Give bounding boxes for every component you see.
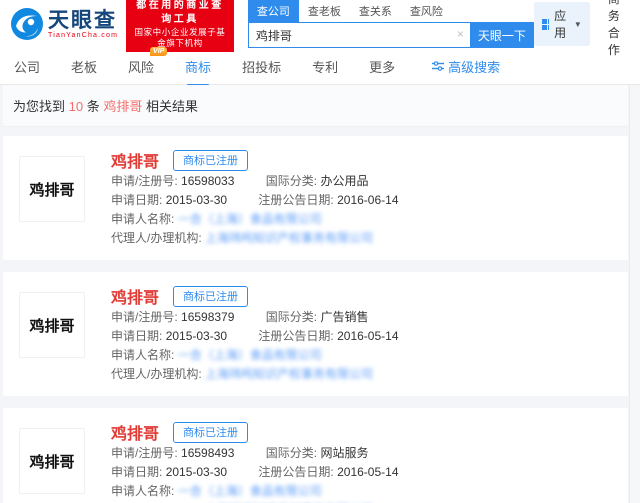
clear-icon[interactable]: × xyxy=(457,27,464,41)
status-badge: 商标已注册 xyxy=(173,150,248,171)
intl-class-value: 网站服务 xyxy=(320,446,368,460)
vip-badge: VIP xyxy=(150,47,167,56)
nav-item-trademark[interactable]: 商标 xyxy=(185,57,211,76)
sliders-icon xyxy=(432,60,444,72)
search-tab-relation[interactable]: 查关系 xyxy=(350,0,401,22)
search-button[interactable]: 天眼一下 xyxy=(470,22,534,48)
applicant-link[interactable]: 一合（上海）食品有限公司 xyxy=(178,348,322,362)
header: 天眼查 TianYanCha.com 都在用的商业查询工具 国家中小企业发展子基… xyxy=(0,0,640,48)
nav-item-more[interactable]: 更多 xyxy=(369,57,395,76)
logo-title: 天眼查 xyxy=(48,10,118,32)
status-badge: 商标已注册 xyxy=(173,422,248,443)
intl-class-value: 广告销售 xyxy=(320,310,368,324)
nav-item-risk[interactable]: 风险 VIP xyxy=(128,57,154,76)
apply-date-value: 2015-03-30 xyxy=(166,193,227,207)
pub-date-value: 2016-05-14 xyxy=(337,465,398,479)
business-cooperation-link[interactable]: 商务合作 xyxy=(608,0,624,58)
trademark-card: 鸡排哥 鸡排哥 商标已注册 申请/注册号: 16598379 国际分类: 广告销… xyxy=(3,272,628,396)
reg-no-value: 16598493 xyxy=(181,446,234,460)
results-area: 为您找到 10 条 鸡排哥 相关结果 鸡排哥 鸡排哥 商标已注册 申请/注册号:… xyxy=(0,85,640,503)
scrollbar-track[interactable] xyxy=(629,85,640,503)
agent-link[interactable]: 上海玮鸣知识产权事务有限公司 xyxy=(205,231,373,245)
reg-no-value: 16598379 xyxy=(181,310,234,324)
apps-button[interactable]: 应用 ▼ xyxy=(534,2,590,46)
result-count: 10 xyxy=(69,99,83,114)
agent-link[interactable]: 上海玮鸣知识产权事务有限公司 xyxy=(205,367,373,381)
trademark-image[interactable]: 鸡排哥 xyxy=(19,156,85,222)
caret-down-icon: ▼ xyxy=(574,20,582,29)
search-area: 查公司 查老板 查关系 查风险 × 天眼一下 xyxy=(248,0,534,48)
result-keyword: 鸡排哥 xyxy=(103,99,142,114)
trademark-title[interactable]: 鸡排哥 xyxy=(111,420,159,444)
apply-date-value: 2015-03-30 xyxy=(166,465,227,479)
nav-item-company[interactable]: 公司 xyxy=(14,57,40,76)
result-summary: 为您找到 10 条 鸡排哥 相关结果 xyxy=(3,85,628,127)
logo-subtitle: TianYanCha.com xyxy=(48,32,118,39)
trademark-card: 鸡排哥 鸡排哥 商标已注册 申请/注册号: 16598033 国际分类: 办公用… xyxy=(3,136,628,260)
apps-label: 应用 xyxy=(554,7,570,41)
nav-item-boss[interactable]: 老板 xyxy=(71,57,97,76)
search-tab-company[interactable]: 查公司 xyxy=(248,0,299,22)
trademark-card: 鸡排哥 鸡排哥 商标已注册 申请/注册号: 16598493 国际分类: 网站服… xyxy=(3,408,628,503)
promo-banner-line1: 都在用的商业查询工具 xyxy=(133,0,227,27)
trademark-image[interactable]: 鸡排哥 xyxy=(19,292,85,358)
pub-date-value: 2016-06-14 xyxy=(337,193,398,207)
promo-banner-line2: 国家中小企业发展子基金旗下机构 xyxy=(133,27,227,49)
reg-no-value: 16598033 xyxy=(181,174,234,188)
pub-date-value: 2016-05-14 xyxy=(337,329,398,343)
trademark-title[interactable]: 鸡排哥 xyxy=(111,148,159,172)
search-input[interactable] xyxy=(248,22,470,48)
promo-banner: 都在用的商业查询工具 国家中小企业发展子基金旗下机构 xyxy=(126,0,234,52)
apply-date-value: 2015-03-30 xyxy=(166,329,227,343)
trademark-title[interactable]: 鸡排哥 xyxy=(111,284,159,308)
trademark-image[interactable]: 鸡排哥 xyxy=(19,428,85,494)
logo[interactable]: 天眼查 TianYanCha.com xyxy=(10,7,118,41)
search-tab-boss[interactable]: 查老板 xyxy=(299,0,350,22)
grid-icon xyxy=(542,19,549,30)
nav-item-bidding[interactable]: 招投标 xyxy=(242,57,281,76)
search-tabs: 查公司 查老板 查关系 查风险 xyxy=(248,0,534,22)
tianyancha-logo-icon xyxy=(10,7,44,41)
applicant-link[interactable]: 一合（上海）食品有限公司 xyxy=(178,484,322,498)
search-tab-risk[interactable]: 查风险 xyxy=(401,0,452,22)
advanced-search-link[interactable]: 高级搜索 xyxy=(432,57,500,76)
nav-item-patent[interactable]: 专利 xyxy=(312,57,338,76)
status-badge: 商标已注册 xyxy=(173,286,248,307)
intl-class-value: 办公用品 xyxy=(320,174,368,188)
applicant-link[interactable]: 一合（上海）食品有限公司 xyxy=(178,212,322,226)
